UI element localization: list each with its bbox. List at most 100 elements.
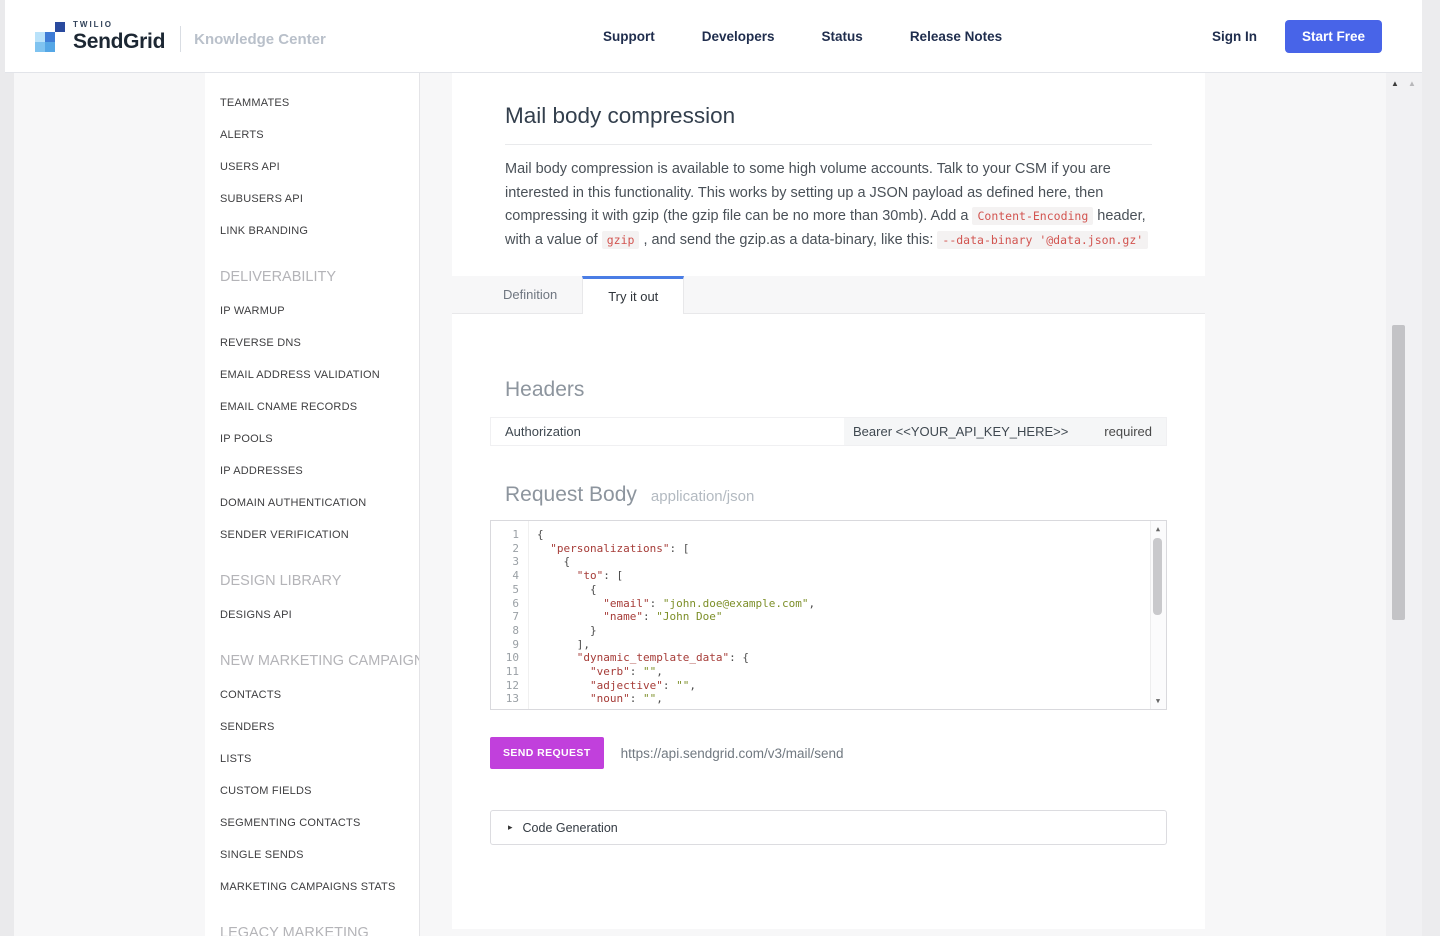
code-line: "to": [	[537, 569, 1150, 583]
sign-in-link[interactable]: Sign In	[1212, 29, 1257, 44]
editor-scroll-up-icon[interactable]: ▲	[1151, 524, 1165, 534]
line-number: 9	[491, 638, 519, 652]
sidebar-item-ip-warmup[interactable]: IP WARMUP	[205, 295, 419, 327]
code-line: ],	[537, 638, 1150, 652]
sidebar-item-ip-addresses[interactable]: IP ADDRESSES	[205, 455, 419, 487]
editor-scrollbar[interactable]: ▲ ▼	[1150, 521, 1166, 709]
sidebar-navigation: TEAMMATESALERTSUSERS APISUBUSERS APILINK…	[205, 73, 420, 936]
intro-paragraph: Mail body compression is available to so…	[505, 158, 1152, 252]
page-scrollbar[interactable]: ▲ ▲	[1386, 73, 1422, 936]
inline-code-data-binary: --data-binary '@data.json.gz'	[937, 231, 1148, 249]
page-left-gutter	[0, 0, 14, 936]
sidebar-item-domain-authentication[interactable]: DOMAIN AUTHENTICATION	[205, 487, 419, 519]
request-body-editor: 12345678910111213 { "personalizations": …	[490, 520, 1167, 710]
sidebar-section-new-marketing-campaigns: NEW MARKETING CAMPAIGNS	[205, 643, 419, 679]
nav-link-release-notes[interactable]: Release Notes	[910, 29, 1002, 44]
code-generation-expander[interactable]: ▸ Code Generation	[490, 810, 1167, 845]
main-content: Mail body compression Mail body compress…	[452, 73, 1205, 936]
line-number: 10	[491, 651, 519, 665]
headers-table: AuthorizationBearer <<YOUR_API_KEY_HERE>…	[490, 417, 1167, 446]
sidebar-item-designs-api[interactable]: DESIGNS API	[205, 599, 419, 631]
header-name: Authorization	[491, 418, 844, 445]
sidebar-item-single-sends[interactable]: SINGLE SENDS	[205, 839, 419, 871]
page-right-gutter	[1422, 0, 1440, 936]
header-value-field[interactable]: Bearer <<YOUR_API_KEY_HERE>>required	[844, 418, 1166, 445]
header-row: AuthorizationBearer <<YOUR_API_KEY_HERE>…	[490, 417, 1167, 446]
sidebar-item-subusers-api[interactable]: SUBUSERS API	[205, 183, 419, 215]
doc-tabs: Definition Try it out	[478, 276, 1205, 313]
line-number: 13	[491, 692, 519, 706]
code-generation-label: Code Generation	[523, 821, 618, 835]
code-line: "dynamic_template_data": {	[537, 651, 1150, 665]
twilio-label: TWILIO	[73, 21, 165, 29]
nav-link-developers[interactable]: Developers	[702, 29, 775, 44]
code-line: "noun": "",	[537, 692, 1150, 706]
sidebar-item-custom-fields[interactable]: CUSTOM FIELDS	[205, 775, 419, 807]
inline-code-content-encoding: Content-Encoding	[972, 207, 1093, 225]
line-number: 11	[491, 665, 519, 679]
code-line: "email": "john.doe@example.com",	[537, 597, 1150, 611]
page-scroll-up-icon[interactable]: ▲	[1391, 79, 1399, 88]
sidebar-item-marketing-campaigns-stats[interactable]: MARKETING CAMPAIGNS STATS	[205, 871, 419, 903]
line-number: 5	[491, 583, 519, 597]
sidebar-item-senders[interactable]: SENDERS	[205, 711, 419, 743]
editor-scrollbar-thumb[interactable]	[1153, 538, 1162, 615]
try-it-out-panel: Headers AuthorizationBearer <<YOUR_API_K…	[452, 313, 1205, 929]
code-line: "personalizations": [	[537, 542, 1150, 556]
article-intro-card: Mail body compression Mail body compress…	[452, 73, 1205, 276]
line-number: 12	[491, 679, 519, 693]
line-number: 7	[491, 610, 519, 624]
line-number: 6	[491, 597, 519, 611]
sidebar-item-reverse-dns[interactable]: REVERSE DNS	[205, 327, 419, 359]
code-line: "name": "John Doe"	[537, 610, 1150, 624]
editor-scroll-down-icon[interactable]: ▼	[1151, 696, 1165, 706]
inline-code-gzip: gzip	[602, 231, 640, 249]
logo-divider	[180, 26, 181, 52]
sidebar-item-sender-verification[interactable]: SENDER VERIFICATION	[205, 519, 419, 551]
sidebar-item-email-cname-records[interactable]: EMAIL CNAME RECORDS	[205, 391, 419, 423]
request-url: https://api.sendgrid.com/v3/mail/send	[621, 746, 844, 761]
page-scrollbar-thumb[interactable]	[1392, 325, 1405, 620]
nav-link-support[interactable]: Support	[603, 29, 655, 44]
sidebar-item-users-api[interactable]: USERS API	[205, 151, 419, 183]
page-title: Mail body compression	[505, 73, 1152, 145]
nav-link-status[interactable]: Status	[822, 29, 863, 44]
tab-definition[interactable]: Definition	[478, 276, 582, 313]
code-line: {	[537, 555, 1150, 569]
content-type-label: application/json	[651, 488, 754, 505]
headers-section-title: Headers	[505, 378, 1167, 402]
sidebar-item-link-branding[interactable]: LINK BRANDING	[205, 215, 419, 247]
sidebar-section-deliverability: DELIVERABILITY	[205, 259, 419, 295]
code-line: "adjective": "",	[537, 679, 1150, 693]
caret-right-icon: ▸	[508, 822, 513, 833]
start-free-button[interactable]: Start Free	[1285, 20, 1382, 53]
sidebar-item-contacts[interactable]: CONTACTS	[205, 679, 419, 711]
top-nav-links: Support Developers Status Release Notes	[603, 0, 1002, 72]
sidebar-item-lists[interactable]: LISTS	[205, 743, 419, 775]
code-line: }	[537, 624, 1150, 638]
sidebar-section-design-library: DESIGN LIBRARY	[205, 563, 419, 599]
top-navigation: TWILIO SendGrid Knowledge Center Support…	[5, 0, 1422, 73]
line-number: 4	[491, 569, 519, 583]
knowledge-center-label: Knowledge Center	[194, 31, 326, 48]
header-value-text: Bearer <<YOUR_API_KEY_HERE>>	[853, 424, 1068, 439]
sendgrid-pixel-logo-icon	[35, 21, 65, 51]
sidebar-item-alerts[interactable]: ALERTS	[205, 119, 419, 151]
editor-code-area[interactable]: { "personalizations": [ { "to": [ { "ema…	[529, 521, 1150, 709]
request-body-section-title: Request Bodyapplication/json	[505, 483, 1167, 507]
page: TWILIO SendGrid Knowledge Center Support…	[0, 0, 1440, 936]
sendgrid-logo[interactable]: TWILIO SendGrid Knowledge Center	[35, 20, 326, 52]
line-number: 1	[491, 528, 519, 542]
sidebar-item-email-address-validation[interactable]: EMAIL ADDRESS VALIDATION	[205, 359, 419, 391]
send-request-button[interactable]: SEND REQUEST	[490, 737, 604, 769]
sidebar-item-segmenting-contacts[interactable]: SEGMENTING CONTACTS	[205, 807, 419, 839]
line-number: 8	[491, 624, 519, 638]
code-line: {	[537, 528, 1150, 542]
code-line: "verb": "",	[537, 665, 1150, 679]
editor-line-numbers: 12345678910111213	[491, 521, 529, 709]
inner-scroll-up-icon[interactable]: ▲	[1408, 79, 1416, 88]
sidebar-item-ip-pools[interactable]: IP POOLS	[205, 423, 419, 455]
brand-name: SendGrid	[73, 31, 165, 52]
sidebar-item-teammates[interactable]: TEAMMATES	[205, 87, 419, 119]
tab-try-it-out[interactable]: Try it out	[582, 276, 684, 314]
